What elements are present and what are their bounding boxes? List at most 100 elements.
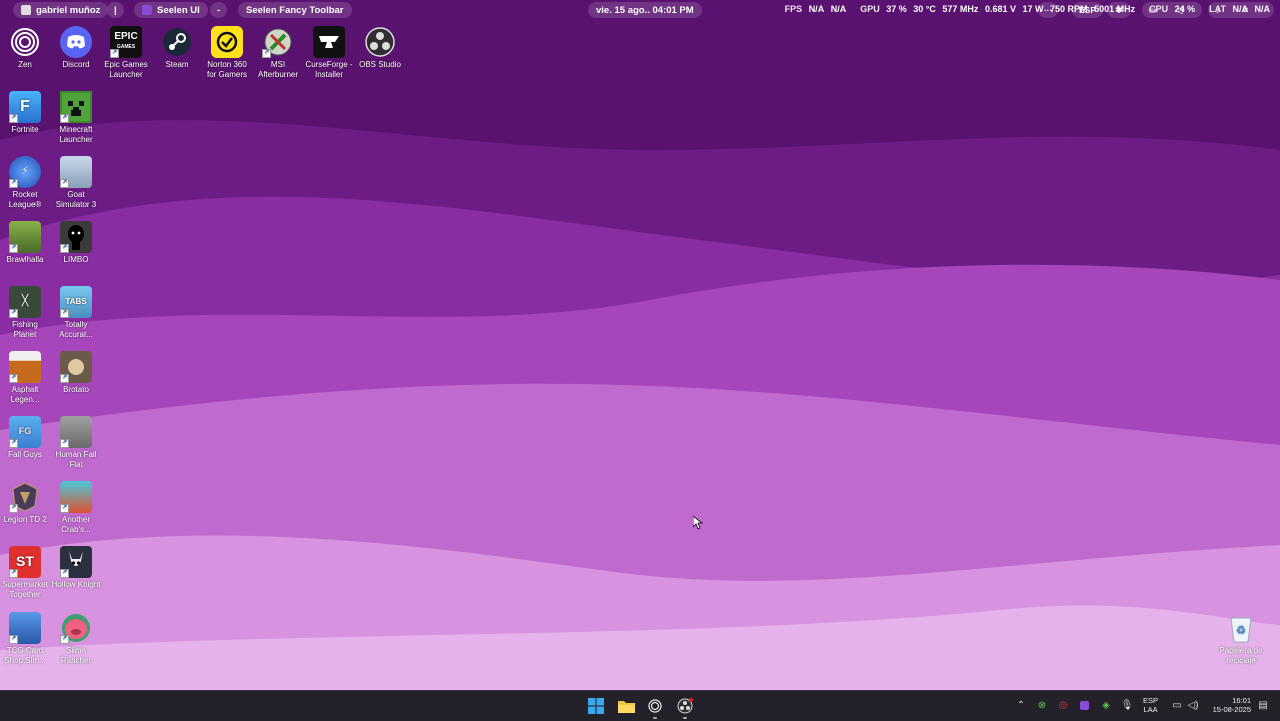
desktop-icon-supermarket-together[interactable]: ST ↗ Supermarket Together	[0, 546, 50, 599]
toolbar-name-pill[interactable]: Seelen Fancy Toolbar	[238, 2, 352, 18]
desktop-icon-brotato[interactable]: ↗ Brotato	[51, 351, 101, 395]
shortcut-arrow-icon: ↗	[262, 49, 271, 58]
fortnite-icon: F ↗	[9, 91, 41, 123]
lat-stat: LAT N/A N/A	[1209, 4, 1274, 14]
language-code: ESP	[1143, 696, 1159, 705]
icon-label: Discord	[62, 60, 90, 69]
icon-label: Goat Simulator 3	[55, 190, 97, 209]
start-button[interactable]	[586, 696, 606, 716]
desktop-icon-another-crab[interactable]: ↗ Another Crab's...	[51, 481, 101, 534]
brotato-icon: ↗	[60, 351, 92, 383]
desktop-icon-curseforge[interactable]: CurseForge - Installer	[304, 26, 354, 79]
tray-app-icon[interactable]: ◎	[1056, 698, 1070, 712]
desktop-icon-slime-rancher[interactable]: ↗ Slime Rancher	[51, 612, 101, 665]
desktop-icon-zen[interactable]: Zen	[0, 26, 50, 70]
microphone-icon[interactable]: 🎙	[1120, 698, 1134, 712]
obs-icon	[677, 698, 693, 714]
cpu-value: 24 %	[1174, 4, 1196, 14]
tray-overflow-chevron-icon[interactable]: ⌃	[1014, 698, 1028, 712]
desktop-icon-tcg-card-shop[interactable]: ↗ TCG Card Shop Sim...	[0, 612, 50, 665]
user-pill[interactable]: gabriel muñoz	[13, 2, 109, 18]
another-crab-icon: ↗	[60, 481, 92, 513]
seelen-ui-icon	[142, 5, 152, 15]
desktop-icon-fortnite[interactable]: F ↗ Fortnite	[0, 91, 50, 135]
gpu-value: 0.681 V	[984, 4, 1016, 14]
desktop-icon-fall-guys[interactable]: FG ↗ Fall Guys	[0, 416, 50, 460]
taskbar-file-explorer[interactable]	[616, 696, 636, 716]
desktop-icon-human-fall-flat[interactable]: ↗ Human Fall Flat	[51, 416, 101, 469]
gpu-value: 577 MHz	[942, 4, 979, 14]
steam-icon	[161, 26, 193, 58]
desktop-icon-epic-games[interactable]: EPIC GAMES ↗ Epic Games Launcher	[101, 26, 151, 79]
desktop-icon-fishing-planet[interactable]: ╳ ↗ Fishing Planet	[0, 286, 50, 339]
desktop-icon-brawlhalla[interactable]: ↗ Brawlhalla	[0, 221, 50, 265]
xbox-icon[interactable]: ⊗	[1035, 698, 1049, 712]
user-name: gabriel muñoz	[36, 4, 101, 16]
desktop-icon-legion-td[interactable]: ↗ Legion TD 2	[0, 481, 50, 525]
shortcut-arrow-icon: ↗	[60, 244, 69, 253]
dash-pill: -	[210, 2, 228, 18]
separator-text: |	[114, 4, 117, 16]
asphalt-icon: ↗	[9, 351, 41, 383]
desktop-icon-hollow-knight[interactable]: ↗ Hollow Knight	[51, 546, 101, 590]
desktop-icon-minecraft[interactable]: ↗ Minecraft Launcher	[51, 91, 101, 144]
taskbar-zen[interactable]	[645, 696, 665, 719]
desktop-icon-totally-accurate[interactable]: TABS ↗ Totally Accurat...	[51, 286, 101, 339]
lat-value: N/A	[1254, 4, 1271, 14]
input-language[interactable]: ESP LAA	[1143, 696, 1158, 714]
icon-label: Zen	[18, 60, 32, 69]
keyboard-layout: LAA	[1143, 705, 1158, 714]
icon-label: LIMBO	[63, 255, 89, 264]
lat-value: N/A	[1232, 4, 1248, 14]
desktop-icon-obs[interactable]: OBS Studio	[355, 26, 405, 70]
lat-label: LAT	[1209, 4, 1226, 14]
shortcut-arrow-icon: ↗	[60, 179, 69, 188]
icon-label: Supermarket Together	[2, 580, 48, 599]
datetime-pill[interactable]: vie. 15 ago.. 04:01 PM	[588, 2, 702, 18]
windows-start-icon	[588, 698, 604, 714]
icon-label: Brawlhalla	[6, 255, 44, 264]
desktop-icon-goat-simulator[interactable]: ↗ Goat Simulator 3	[51, 156, 101, 209]
icon-label: Fall Guys	[8, 450, 42, 459]
gpu-value: 750 RPM	[1050, 4, 1088, 14]
fps-label: FPS	[784, 4, 803, 14]
taskbar-clock[interactable]: 16:01 15-08-2025	[1207, 696, 1251, 714]
shortcut-arrow-icon: ↗	[9, 439, 18, 448]
seelen-ui-label: Seelen UI	[157, 4, 200, 16]
desktop-icon-norton[interactable]: Norton 360 for Gamers	[202, 26, 252, 79]
desktop-icon-rocket-league[interactable]: ⚡ ↗ Rocket League®	[0, 156, 50, 209]
gpu-value: 5001 MHz	[1094, 4, 1136, 14]
nvidia-icon[interactable]: ◈	[1099, 698, 1113, 712]
separator-pill: |	[107, 2, 124, 18]
icon-label: Legion TD 2	[3, 515, 47, 524]
datetime: vie. 15 ago.. 04:01 PM	[596, 4, 694, 16]
shortcut-arrow-icon: ↗	[9, 374, 18, 383]
icon-label: Slime Rancher	[60, 646, 92, 665]
notification-center-icon[interactable]: ▤	[1256, 698, 1270, 712]
shortcut-arrow-icon: ↗	[9, 309, 18, 318]
icon-label: Human Fall Flat	[55, 450, 97, 469]
desktop-icon-limbo[interactable]: ↗ LIMBO	[51, 221, 101, 265]
desktop-icon-discord[interactable]: Discord	[51, 26, 101, 70]
volume-icon[interactable]: ◁)	[1186, 698, 1200, 712]
network-icon[interactable]: ▭	[1170, 698, 1184, 712]
user-icon	[21, 5, 31, 15]
obs-icon	[364, 26, 396, 58]
system-stats: FPS N/A N/A GPU 37 % 30 °C 577 MHz 0.681…	[775, 4, 1274, 14]
shortcut-arrow-icon: ↗	[60, 635, 69, 644]
desktop-icon-msi-afterburner[interactable]: ↗ MSI Afterburner	[253, 26, 303, 79]
curseforge-icon	[313, 26, 345, 58]
shortcut-arrow-icon: ↗	[60, 114, 69, 123]
clock-time: 16:01	[1232, 696, 1251, 705]
desktop-icon-steam[interactable]: Steam	[152, 26, 202, 70]
seelen-ui-pill[interactable]: Seelen UI	[134, 2, 208, 18]
desktop-icon-asphalt[interactable]: ↗ Asphalt Legen...	[0, 351, 50, 404]
icon-label: MSI Afterburner	[257, 60, 299, 79]
icon-label: Epic Games Launcher	[104, 60, 148, 79]
desktop-icon-recycle-bin[interactable]: ♻ Papelera de reciclaje	[1216, 612, 1266, 665]
seelen-tray-icon[interactable]	[1077, 698, 1091, 712]
taskbar-obs[interactable]	[675, 696, 695, 719]
shortcut-arrow-icon: ↗	[9, 635, 18, 644]
shortcut-arrow-icon: ↗	[9, 114, 18, 123]
taskbar: ⌃ ⊗ ◎ ◈ 🎙 ESP LAA ▭ ◁) 16:01 15-08-2025 …	[0, 690, 1280, 721]
